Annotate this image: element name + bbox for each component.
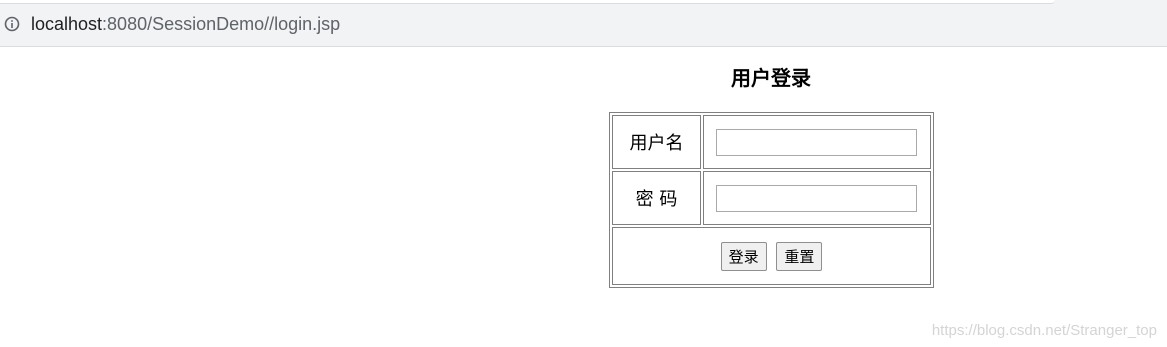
url-text[interactable]: localhost:8080/SessionDemo//login.jsp (31, 14, 340, 35)
active-tab-edge (0, 0, 1055, 4)
password-cell (703, 171, 931, 226)
username-row: 用户名 (612, 115, 931, 170)
username-label: 用户名 (612, 115, 701, 170)
info-icon[interactable] (4, 16, 20, 32)
browser-toolbar: localhost:8080/SessionDemo//login.jsp (0, 0, 1167, 47)
page-title: 用户登录 (731, 66, 811, 90)
login-form-table: 用户名 密 码 登录 重置 (609, 112, 934, 288)
url-path: :8080/SessionDemo//login.jsp (102, 13, 341, 34)
password-row: 密 码 (612, 171, 931, 226)
login-button[interactable]: 登录 (720, 241, 767, 271)
reset-button[interactable]: 重置 (776, 241, 823, 271)
password-input[interactable] (716, 184, 917, 212)
actions-cell: 登录 重置 (612, 227, 931, 285)
actions-row: 登录 重置 (612, 227, 931, 285)
watermark-text: https://blog.csdn.net/Stranger_top (931, 322, 1157, 339)
password-label: 密 码 (612, 171, 701, 226)
username-input[interactable] (716, 128, 917, 156)
page-content: 用户登录 用户名 密 码 登录 重置 https://blog.csdn.net… (0, 48, 1167, 347)
address-bar[interactable]: localhost:8080/SessionDemo//login.jsp (0, 8, 340, 40)
username-cell (703, 115, 931, 170)
url-host: localhost (31, 13, 103, 34)
